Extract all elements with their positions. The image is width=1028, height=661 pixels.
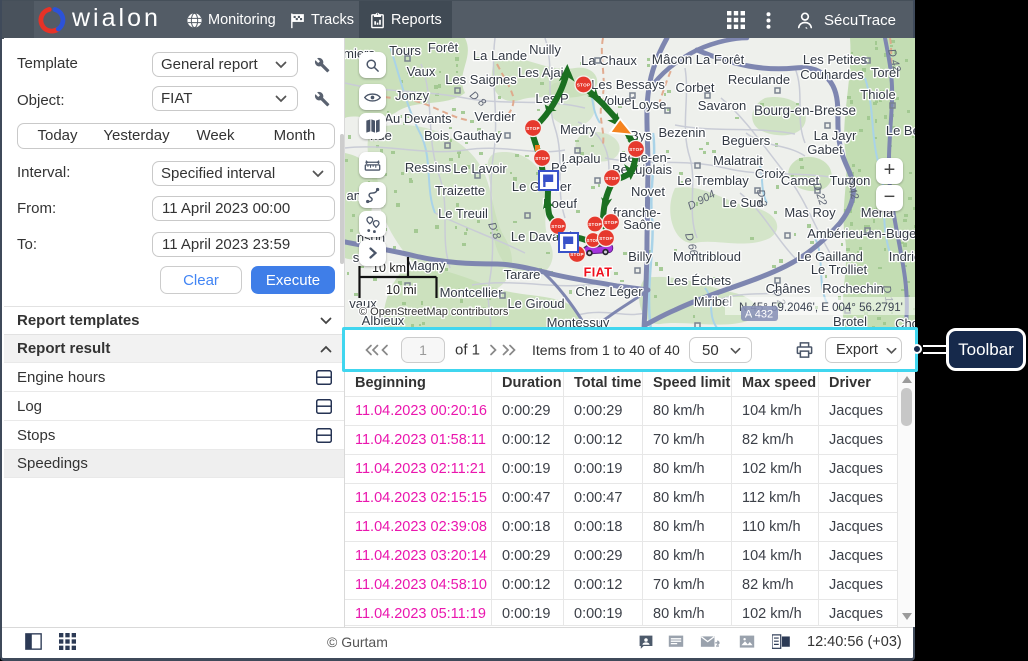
- svg-text:Billy: Billy: [628, 249, 652, 264]
- svg-text:Le Trolliet: Le Trolliet: [811, 262, 868, 277]
- svg-text:Tarare: Tarare: [504, 267, 541, 282]
- svg-text:Rochechin: Rochechin: [822, 281, 883, 296]
- svg-text:Vaux: Vaux: [407, 64, 436, 79]
- svg-text:Les Bessays: Les Bessays: [591, 77, 665, 92]
- svg-text:Traizette: Traizette: [435, 183, 485, 198]
- svg-text:© OpenStreetMap contributors: © OpenStreetMap contributors: [359, 306, 509, 318]
- svg-text:Ressins: Ressins: [405, 160, 452, 175]
- svg-text:Beguers: Beguers: [722, 133, 771, 148]
- svg-text:Montribloud: Montribloud: [673, 249, 741, 264]
- svg-text:Magny: Magny: [406, 258, 446, 273]
- svg-text:Les Petites: Les Petites: [803, 52, 868, 67]
- svg-text:Reculande: Reculande: [728, 72, 790, 87]
- svg-text:STOP: STOP: [577, 82, 591, 87]
- svg-text:Chez Léger: Chez Léger: [575, 284, 643, 299]
- svg-text:Couhardes: Couhardes: [800, 67, 864, 82]
- svg-text:Forêt: Forêt: [428, 40, 459, 55]
- svg-text:Medry: Medry: [560, 122, 597, 137]
- svg-text:Bourg-en-Bresse: Bourg-en-Bresse: [754, 103, 856, 118]
- svg-text:Mâcon: Mâcon: [652, 52, 693, 67]
- svg-text:Saône: Saône: [623, 217, 661, 232]
- svg-text:Indrie: Indrie: [889, 249, 915, 264]
- svg-text:10 mi: 10 mi: [386, 283, 417, 297]
- svg-text:Le Treuil: Le Treuil: [438, 206, 488, 221]
- svg-text:STOP: STOP: [599, 236, 613, 241]
- svg-text:A 432: A 432: [745, 309, 773, 321]
- svg-text:Loyse: Loyse: [632, 97, 667, 112]
- svg-text:STOP: STOP: [604, 220, 618, 225]
- svg-text:Verdier: Verdier: [474, 109, 516, 124]
- svg-text:STOP: STOP: [526, 126, 540, 131]
- svg-text:Le G: Le G: [512, 179, 540, 194]
- svg-text:STOP: STOP: [605, 176, 619, 181]
- svg-text:Les Saignes: Les Saignes: [445, 72, 517, 87]
- svg-text:La Lande: La Lande: [473, 48, 527, 63]
- svg-text:Nuilly: Nuilly: [529, 42, 561, 57]
- svg-text:Thiole: Thiole: [860, 87, 895, 102]
- svg-text:La Forêt: La Forêt: [696, 52, 745, 67]
- svg-text:Jonzy: Jonzy: [395, 88, 429, 103]
- svg-text:Ambérieu-en-Bugey: Ambérieu-en-Bugey: [807, 226, 915, 241]
- svg-text:Mas Roy: Mas Roy: [784, 205, 836, 220]
- svg-text:Bois Gauthay: Bois Gauthay: [424, 128, 503, 143]
- svg-text:STOP: STOP: [551, 224, 565, 229]
- svg-text:Les Échets: Les Échets: [667, 273, 732, 288]
- svg-text:Le Ber: Le Ber: [886, 123, 915, 138]
- svg-text:Montcellier: Montcellier: [440, 285, 504, 300]
- svg-text:STOP: STOP: [535, 156, 549, 161]
- svg-text:STOP: STOP: [629, 147, 643, 152]
- svg-text:Au Devants: Au Devants: [384, 111, 452, 126]
- svg-text:Gabet: Gabet: [807, 142, 843, 157]
- svg-text:La Chaux: La Chaux: [581, 53, 637, 68]
- svg-text:Bezenin: Bezenin: [659, 125, 706, 140]
- svg-text:Le Tremblay: Le Tremblay: [677, 173, 749, 188]
- svg-text:Novet: Novet: [631, 184, 665, 199]
- svg-text:STOP: STOP: [588, 222, 602, 227]
- svg-text:La Jayr: La Jayr: [814, 128, 857, 143]
- svg-text:Le Giroud: Le Giroud: [507, 296, 564, 311]
- svg-text:Savaron: Savaron: [698, 98, 746, 113]
- svg-text:FIAT: FIAT: [584, 266, 613, 280]
- svg-text:Lapalu: Lapalu: [561, 151, 600, 166]
